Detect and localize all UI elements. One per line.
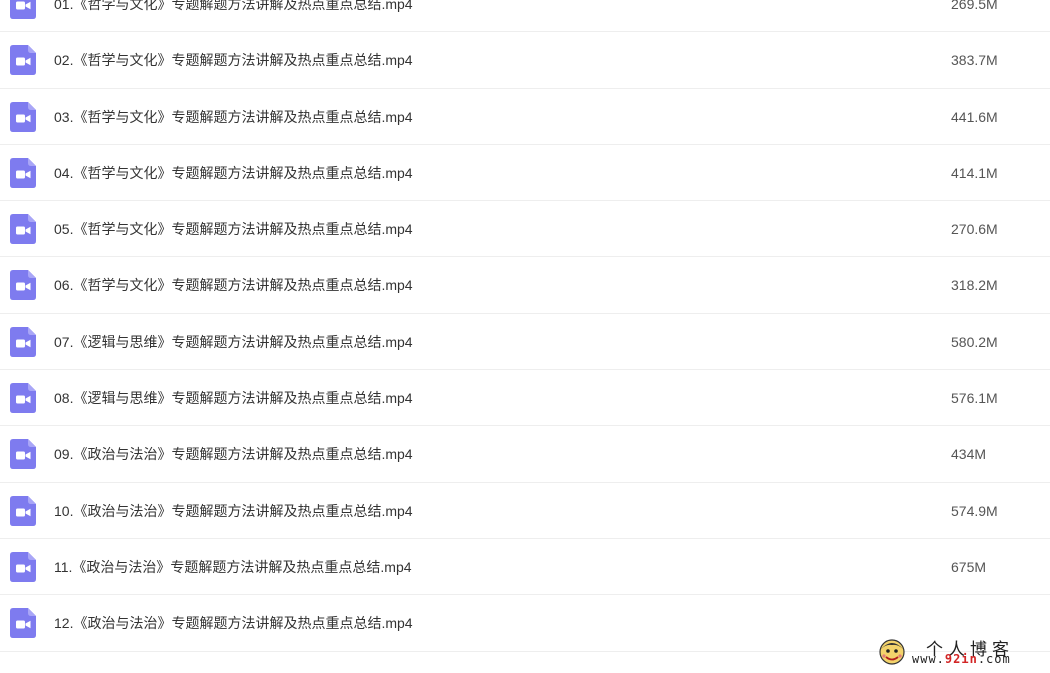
file-size: 576.1M <box>951 390 998 407</box>
file-row[interactable]: 02.《哲学与文化》专题解题方法讲解及热点重点总结.mp4 383.7M <box>0 32 1050 89</box>
file-row[interactable]: 10.《政治与法治》专题解题方法讲解及热点重点总结.mp4 574.9M <box>0 483 1050 539</box>
file-size: 574.9M <box>951 502 998 519</box>
file-row[interactable]: 01.《哲学与文化》专题解题方法讲解及热点重点总结.mp4 269.5M <box>0 0 1050 33</box>
video-file-icon <box>10 326 36 357</box>
video-file-icon <box>10 608 36 639</box>
file-name[interactable]: 10.《政治与法治》专题解题方法讲解及热点重点总结.mp4 <box>54 483 413 539</box>
file-list-screen: 01.《哲学与文化》专题解题方法讲解及热点重点总结.mp4 269.5M 02.《哲… <box>0 0 1050 673</box>
file-name[interactable]: 07.《逻辑与思维》专题解题方法讲解及热点重点总结.mp4 <box>54 314 413 370</box>
video-file-icon <box>10 439 36 470</box>
video-file-icon <box>10 383 36 414</box>
mascot-logo-icon <box>879 639 905 665</box>
file-size: 441.6M <box>951 108 998 125</box>
file-size: 318.2M <box>951 277 998 294</box>
file-name[interactable]: 12.《政治与法治》专题解题方法讲解及热点重点总结.mp4 <box>54 595 413 651</box>
file-name[interactable]: 03.《哲学与文化》专题解题方法讲解及热点重点总结.mp4 <box>54 89 413 145</box>
watermark-url: www.92in.com <box>912 652 1011 666</box>
file-size: 675M <box>951 558 987 575</box>
file-size: 269.5M <box>951 0 998 12</box>
file-name[interactable]: 04.《哲学与文化》专题解题方法讲解及热点重点总结.mp4 <box>54 145 413 201</box>
watermark-url-suffix: .com <box>977 652 1011 666</box>
video-file-icon <box>10 214 36 245</box>
video-file-icon <box>10 101 36 132</box>
file-name[interactable]: 11.《政治与法治》专题解题方法讲解及热点重点总结.mp4 <box>54 539 412 595</box>
video-file-icon <box>10 495 36 526</box>
file-size: 580.2M <box>951 333 998 350</box>
video-file-icon <box>10 0 36 19</box>
file-name[interactable]: 05.《哲学与文化》专题解题方法讲解及热点重点总结.mp4 <box>54 201 413 257</box>
file-row[interactable]: 05.《哲学与文化》专题解题方法讲解及热点重点总结.mp4 270.6M <box>0 201 1050 258</box>
file-name[interactable]: 08.《逻辑与思维》专题解题方法讲解及热点重点总结.mp4 <box>54 370 413 426</box>
file-row[interactable]: 03.《哲学与文化》专题解题方法讲解及热点重点总结.mp4 441.6M <box>0 89 1050 145</box>
file-list: 01.《哲学与文化》专题解题方法讲解及热点重点总结.mp4 269.5M 02.《哲… <box>0 0 1050 652</box>
watermark-url-highlight: 92in <box>944 652 978 666</box>
file-row[interactable]: 11.《政治与法治》专题解题方法讲解及热点重点总结.mp4 675M <box>0 539 1050 596</box>
file-size: 414.1M <box>951 164 998 181</box>
watermark-url-prefix: www. <box>912 652 945 666</box>
file-name[interactable]: 01.《哲学与文化》专题解题方法讲解及热点重点总结.mp4 <box>54 0 413 32</box>
video-file-icon <box>10 270 36 301</box>
file-size: 434M <box>951 446 987 463</box>
file-size: 270.6M <box>951 221 998 238</box>
file-row[interactable]: 06.《哲学与文化》专题解题方法讲解及热点重点总结.mp4 318.2M <box>0 257 1050 314</box>
file-name[interactable]: 02.《哲学与文化》专题解题方法讲解及热点重点总结.mp4 <box>54 32 413 88</box>
blog-watermark: 个人博客 www.92in.com <box>874 633 1050 673</box>
file-row[interactable]: 08.《逻辑与思维》专题解题方法讲解及热点重点总结.mp4 576.1M <box>0 370 1050 427</box>
video-file-icon <box>10 157 36 188</box>
file-row[interactable]: 09.《政治与法治》专题解题方法讲解及热点重点总结.mp4 434M <box>0 426 1050 483</box>
file-size: 383.7M <box>951 52 998 69</box>
file-name[interactable]: 06.《哲学与文化》专题解题方法讲解及热点重点总结.mp4 <box>54 257 413 313</box>
video-file-icon <box>10 45 36 76</box>
file-name[interactable]: 09.《政治与法治》专题解题方法讲解及热点重点总结.mp4 <box>54 426 413 482</box>
video-file-icon <box>10 551 36 582</box>
file-row[interactable]: 07.《逻辑与思维》专题解题方法讲解及热点重点总结.mp4 580.2M <box>0 314 1050 371</box>
file-row[interactable]: 04.《哲学与文化》专题解题方法讲解及热点重点总结.mp4 414.1M <box>0 145 1050 202</box>
